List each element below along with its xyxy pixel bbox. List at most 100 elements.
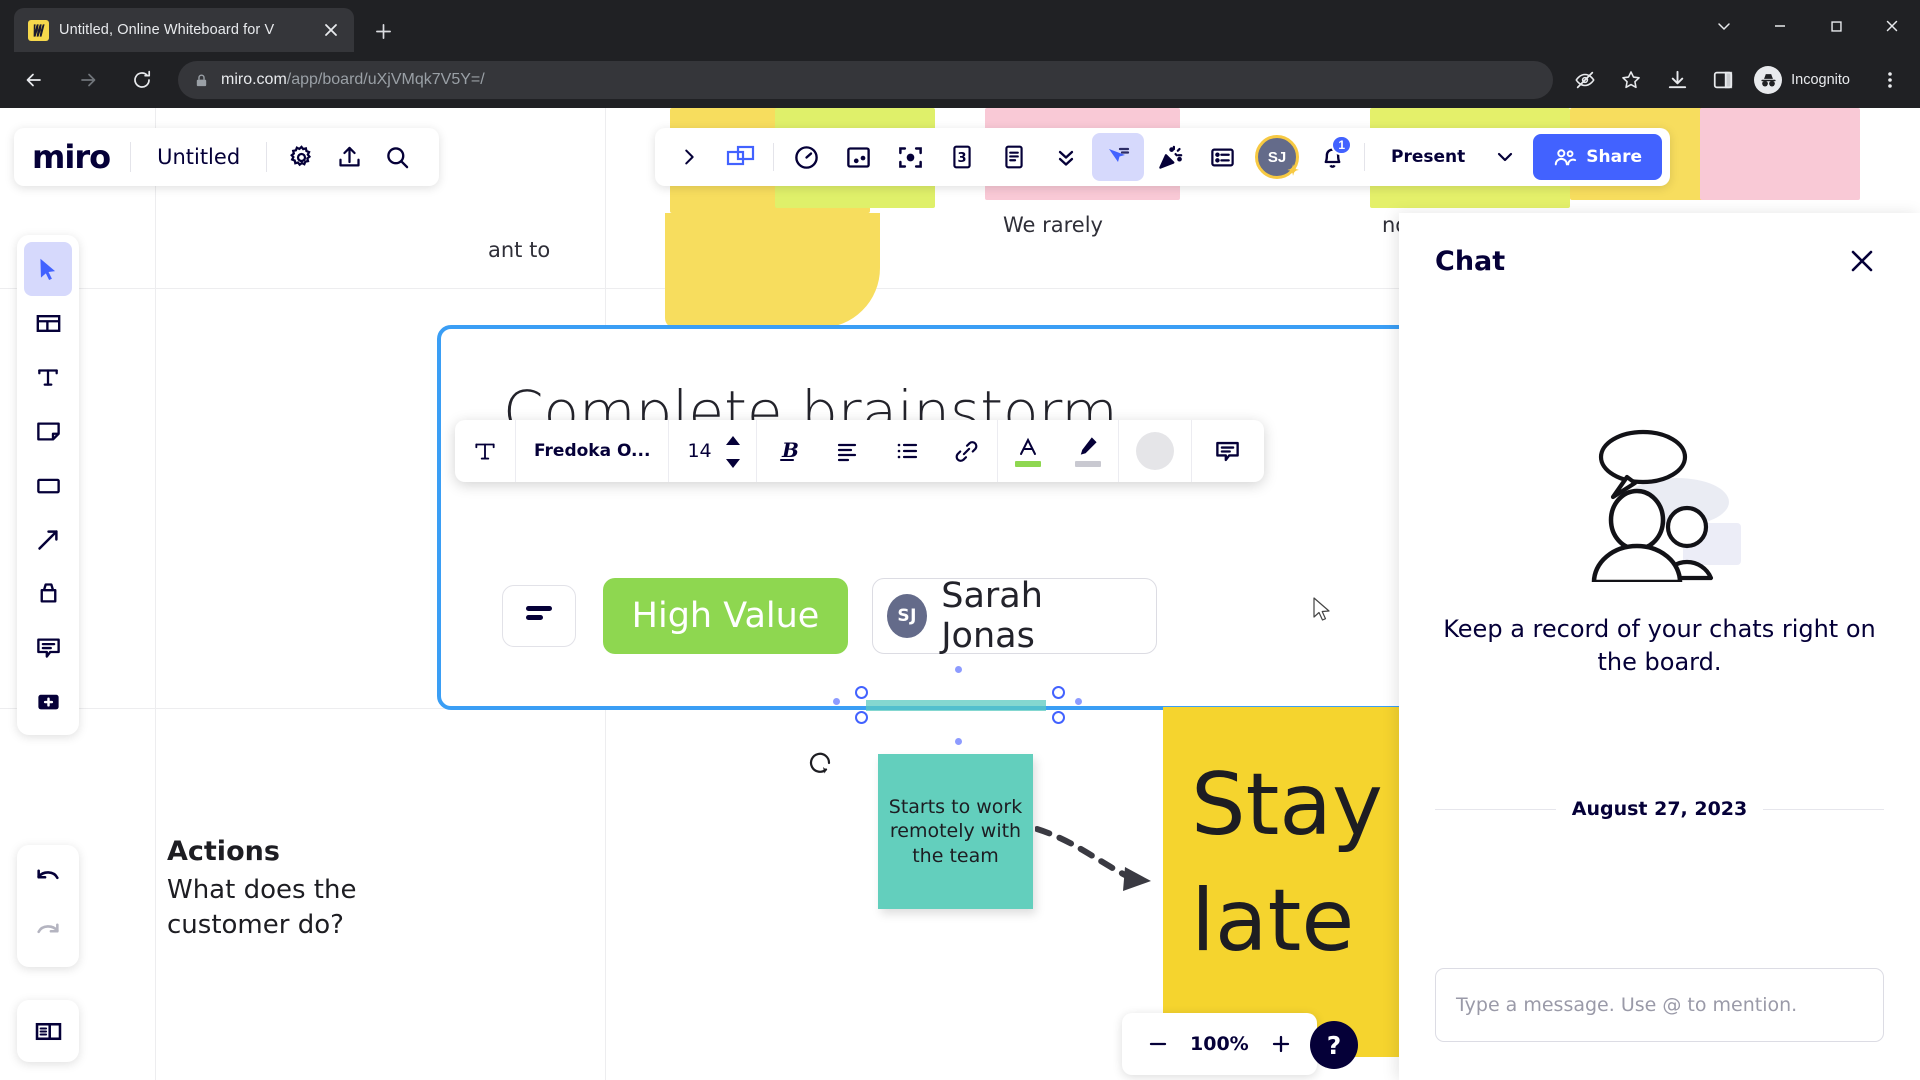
celebrate-icon[interactable] bbox=[1144, 133, 1196, 181]
sticky-note-tool[interactable] bbox=[24, 404, 72, 458]
cursor-chat-icon[interactable] bbox=[1092, 133, 1144, 181]
window-controls bbox=[1696, 0, 1920, 52]
upload-icon[interactable] bbox=[325, 133, 373, 181]
chat-message-input[interactable]: Type a message. Use @ to mention. bbox=[1435, 968, 1884, 1042]
align-icon bbox=[524, 603, 554, 630]
chevron-double-down-icon[interactable] bbox=[1040, 133, 1092, 181]
spinner-down-icon[interactable] bbox=[725, 453, 740, 472]
link-icon[interactable] bbox=[937, 420, 997, 482]
selection-dot bbox=[1075, 698, 1082, 705]
reload-icon[interactable] bbox=[122, 60, 162, 100]
templates-tool[interactable] bbox=[24, 296, 72, 350]
redo-icon[interactable] bbox=[24, 906, 72, 960]
download-icon[interactable] bbox=[1658, 61, 1696, 99]
board-text-snippet[interactable]: We rarely bbox=[1003, 213, 1103, 237]
section-subtext[interactable]: What does the customer do? bbox=[167, 873, 397, 943]
screenshot-icon[interactable] bbox=[832, 133, 884, 181]
gear-icon[interactable] bbox=[277, 133, 325, 181]
select-tool[interactable] bbox=[24, 242, 72, 296]
notes-icon[interactable] bbox=[988, 133, 1040, 181]
board-title[interactable]: Untitled bbox=[131, 145, 266, 169]
address-bar[interactable]: miro.com/app/board/uXjVMqk7V5Y=/ bbox=[178, 61, 1554, 99]
selected-text-strip[interactable] bbox=[866, 700, 1046, 711]
board-note-band[interactable] bbox=[665, 213, 880, 328]
notifications-button[interactable]: 1 bbox=[1306, 133, 1358, 181]
font-family-select[interactable]: Fredoka O... bbox=[516, 420, 668, 482]
selection-dot bbox=[955, 666, 962, 673]
comments-list-icon[interactable] bbox=[1196, 133, 1248, 181]
text-tool[interactable] bbox=[24, 350, 72, 404]
text-color-icon[interactable] bbox=[998, 420, 1058, 482]
tab-title: Untitled, Online Whiteboard for V bbox=[59, 22, 275, 38]
search-icon[interactable] bbox=[373, 133, 421, 181]
fill-color-icon[interactable] bbox=[1119, 420, 1191, 482]
connector-tool[interactable] bbox=[24, 512, 72, 566]
close-tab-icon[interactable] bbox=[318, 17, 344, 43]
add-comment-icon[interactable] bbox=[1192, 420, 1264, 482]
frames-icon[interactable] bbox=[715, 133, 767, 181]
tab-search-chevron-icon[interactable] bbox=[1696, 4, 1752, 48]
profile-chip[interactable]: Incognito bbox=[1749, 62, 1864, 98]
spinner-up-icon[interactable] bbox=[725, 430, 740, 449]
more-apps-tool[interactable] bbox=[24, 674, 72, 728]
chat-input-wrapper: Type a message. Use @ to mention. bbox=[1399, 968, 1920, 1080]
board-panel-icon[interactable] bbox=[17, 1000, 79, 1062]
resize-handle-tl[interactable] bbox=[855, 686, 868, 699]
plus-icon[interactable] bbox=[1259, 1020, 1303, 1068]
maximize-icon[interactable] bbox=[1808, 4, 1864, 48]
divider bbox=[1435, 808, 1556, 810]
side-panel-icon[interactable] bbox=[1704, 61, 1742, 99]
tab-strip: Untitled, Online Whiteboard for V bbox=[0, 0, 1920, 52]
board-note-band[interactable] bbox=[1700, 108, 1860, 200]
help-button[interactable]: ? bbox=[1310, 1021, 1358, 1069]
forward-arrow-icon[interactable] bbox=[68, 60, 108, 100]
close-window-icon[interactable] bbox=[1864, 4, 1920, 48]
bold-icon[interactable]: B bbox=[757, 420, 817, 482]
timer-icon[interactable] bbox=[780, 133, 832, 181]
chevron-right-icon[interactable] bbox=[663, 133, 715, 181]
sticky-note-teal[interactable]: Starts to work remotely with the team bbox=[878, 754, 1033, 909]
resize-handle-bl[interactable] bbox=[855, 711, 868, 724]
undo-icon[interactable] bbox=[24, 852, 72, 906]
rotate-handle-icon[interactable] bbox=[805, 748, 835, 783]
present-button[interactable]: Present bbox=[1371, 134, 1485, 180]
divider bbox=[266, 142, 268, 172]
voting-icon[interactable]: 3 bbox=[936, 133, 988, 181]
font-size-input[interactable]: 14 bbox=[669, 420, 719, 482]
minimize-icon[interactable] bbox=[1752, 4, 1808, 48]
text-style-icon[interactable] bbox=[455, 420, 515, 482]
section-heading[interactable]: Actions bbox=[167, 836, 280, 867]
close-icon[interactable] bbox=[1840, 239, 1884, 283]
resize-handle-br[interactable] bbox=[1052, 711, 1065, 724]
chevron-down-icon[interactable] bbox=[1485, 134, 1525, 180]
tag-high-value[interactable]: High Value bbox=[603, 578, 848, 654]
back-arrow-icon[interactable] bbox=[14, 60, 54, 100]
collaborator-avatar[interactable]: SJ ✦ bbox=[1248, 133, 1306, 181]
resize-handle-tr[interactable] bbox=[1052, 686, 1065, 699]
star-icon[interactable] bbox=[1612, 61, 1650, 99]
pen-tool[interactable] bbox=[24, 566, 72, 620]
miro-logo[interactable]: miro bbox=[32, 138, 130, 176]
eye-slash-icon[interactable] bbox=[1566, 61, 1604, 99]
focus-mode-icon[interactable] bbox=[884, 133, 936, 181]
three-dot-menu-icon[interactable] bbox=[1871, 61, 1909, 99]
comment-tool[interactable] bbox=[24, 620, 72, 674]
align-icon-tag[interactable] bbox=[502, 585, 576, 647]
bullet-list-icon[interactable] bbox=[877, 420, 937, 482]
minus-icon[interactable] bbox=[1136, 1020, 1180, 1068]
dashed-connector[interactable] bbox=[1035, 823, 1155, 898]
new-tab-icon[interactable] bbox=[366, 14, 400, 48]
avatar: SJ ✦ bbox=[1255, 135, 1299, 179]
zoom-level[interactable]: 100% bbox=[1184, 1033, 1255, 1055]
tag-assignee[interactable]: SJ Sarah Jonas bbox=[872, 576, 1157, 656]
font-size-stepper[interactable] bbox=[720, 420, 756, 482]
shape-tool[interactable] bbox=[24, 458, 72, 512]
board-text-snippet[interactable]: ant to bbox=[488, 238, 550, 262]
text-color-swatch bbox=[1014, 460, 1041, 467]
svg-text:B: B bbox=[781, 438, 799, 462]
browser-tab[interactable]: Untitled, Online Whiteboard for V bbox=[14, 8, 354, 52]
highlighter-icon[interactable] bbox=[1058, 420, 1118, 482]
selection-dot bbox=[955, 738, 962, 745]
align-left-icon[interactable] bbox=[817, 420, 877, 482]
share-button[interactable]: Share bbox=[1533, 134, 1662, 180]
